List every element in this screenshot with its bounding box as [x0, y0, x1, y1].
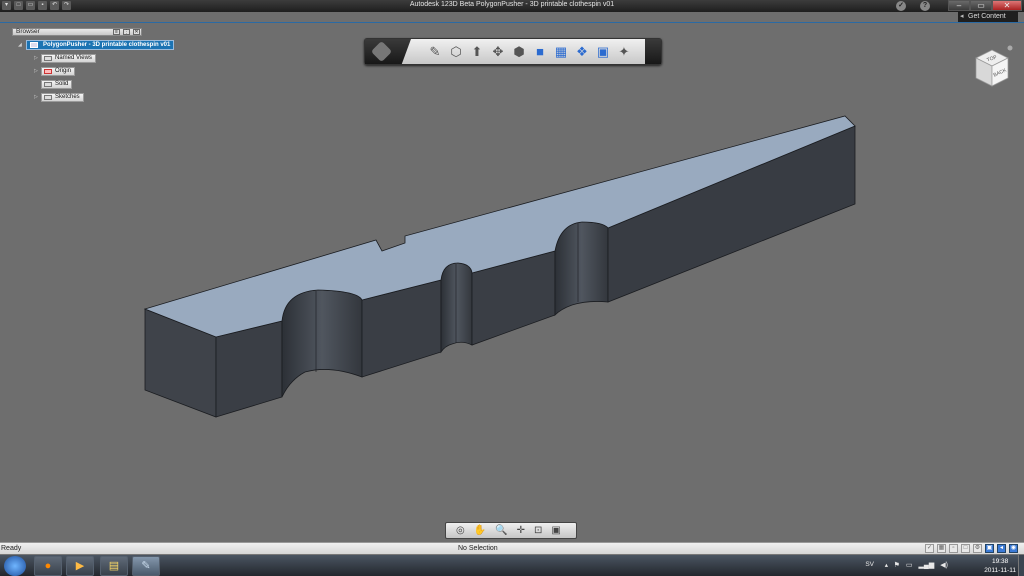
volume-icon[interactable]: ◀): [940, 561, 948, 569]
material-icon[interactable]: ✦: [616, 44, 632, 60]
orbit-icon[interactable]: ◎: [456, 525, 465, 536]
clock[interactable]: 19:38 2011-11-11: [984, 557, 1016, 575]
group-icon[interactable]: ■: [532, 44, 548, 60]
title-bar-tools: ✓ ?: [896, 1, 930, 11]
clock-time: 19:38: [991, 558, 1009, 565]
view-single-icon[interactable]: ▣: [985, 544, 994, 553]
folder-icon: [44, 55, 52, 61]
browser-list-icon[interactable]: ≡: [113, 29, 120, 35]
tree-item-origin[interactable]: ▷ Origin: [34, 66, 76, 76]
notch-small: [440, 262, 473, 354]
tray-expand-icon[interactable]: ▴: [885, 561, 888, 569]
maximize-button[interactable]: ▭: [970, 0, 992, 11]
toolbar-end-cap: [645, 39, 661, 64]
grid-icon[interactable]: ▦: [937, 544, 946, 553]
network-icon[interactable]: ▂▄▆: [919, 561, 935, 569]
expand-icon[interactable]: ▷: [34, 55, 41, 61]
document-icon: [30, 42, 38, 48]
tree-root-label: PolygonPusher - 3D printable clothespin …: [43, 42, 171, 48]
mode-button[interactable]: [365, 39, 411, 64]
model-front-face: [215, 320, 283, 418]
tree-root-document[interactable]: PolygonPusher - 3D printable clothespin …: [26, 40, 175, 50]
notch-large-left: [281, 289, 363, 398]
notch-large-right: [554, 221, 609, 316]
model-canvas[interactable]: [0, 23, 1024, 541]
sketch-icon[interactable]: ✎: [427, 44, 443, 60]
status-icons: ✓ ▦ ▫ □ ⚙ ▣ ◂ ◉: [925, 544, 1018, 553]
minimize-button[interactable]: –: [948, 0, 970, 11]
expand-icon[interactable]: ▷: [34, 94, 41, 100]
close-button[interactable]: ✕: [992, 0, 1022, 11]
window-title: Autodesk 123D Beta PolygonPusher - 3D pr…: [409, 1, 615, 8]
zoom-window-icon[interactable]: ✛: [517, 525, 525, 536]
clock-date: 2011-11-11: [984, 567, 1016, 574]
help-icon[interactable]: ?: [920, 1, 930, 11]
view-perspective-icon[interactable]: ◂: [997, 544, 1006, 553]
chevron-left-icon: ◂: [960, 13, 964, 20]
check-icon[interactable]: ✓: [896, 1, 906, 11]
browser-pin-icon[interactable]: ⋮: [123, 29, 130, 35]
fit-view-icon[interactable]: ⊡: [534, 525, 542, 536]
status-bar: Ready No Selection ✓ ▦ ▫ □ ⚙ ▣ ◂ ◉: [0, 542, 1024, 554]
tree-item-named-views[interactable]: ▷ Named Views: [34, 53, 96, 63]
autodesk-123d-icon[interactable]: ✎: [132, 556, 160, 576]
browser-title: Browser: [16, 28, 40, 35]
3d-viewport[interactable]: [0, 23, 1024, 541]
solid-icon: [44, 81, 52, 87]
view-visibility-icon[interactable]: ◉: [1009, 544, 1018, 553]
lock-icon[interactable]: ▫: [949, 544, 958, 553]
tree-item-sketches[interactable]: ▷ Sketches: [34, 92, 84, 102]
display-mode-icon[interactable]: ▣: [551, 525, 560, 536]
origin-icon: [44, 68, 52, 74]
navigation-bar: ◎ ✋ 🔍 ✛ ⊡ ▣: [445, 522, 577, 539]
tree-item-solid[interactable]: Solid: [34, 79, 73, 89]
get-content-button[interactable]: ◂ Get Content: [958, 12, 1018, 22]
pan-icon[interactable]: ✋: [474, 525, 486, 536]
media-player-icon[interactable]: ▶: [66, 556, 94, 576]
tree-item-label: Sketches: [55, 93, 80, 100]
firefox-icon[interactable]: ●: [34, 556, 62, 576]
expand-icon[interactable]: ▷: [34, 68, 41, 74]
show-desktop-button[interactable]: [1018, 555, 1024, 576]
tree-item-label: Named Views: [55, 54, 92, 61]
construct-icon[interactable]: ⬆: [469, 44, 485, 60]
model-mode-icon: [370, 40, 393, 63]
browser-panel: Browser ≡ ⋮ ✕ ◢ PolygonPusher - 3D print…: [12, 28, 175, 102]
toolbar-icons: ✎ ⬡ ⬆ ✥ ⬢ ■ ▦ ❖ ▣ ✦: [427, 44, 632, 60]
get-content-label: Get Content: [968, 13, 1006, 20]
explorer-icon[interactable]: ▤: [100, 556, 128, 576]
status-ready: Ready: [1, 545, 22, 552]
ortho-icon[interactable]: □: [961, 544, 970, 553]
language-indicator[interactable]: SV: [865, 561, 874, 568]
browser-header: Browser ≡ ⋮ ✕: [12, 28, 142, 36]
primitives-icon[interactable]: ⬡: [448, 44, 464, 60]
view-cube[interactable]: TOP BACK: [970, 44, 1014, 92]
folder-icon: [44, 94, 52, 100]
measure-icon[interactable]: ❖: [574, 44, 590, 60]
start-button[interactable]: [4, 556, 26, 576]
taskbar: ● ▶ ▤ ✎ SV ▴ ⚑ ▭ ▂▄▆ ◀) 19:38 2011-11-11: [0, 554, 1024, 576]
settings-icon[interactable]: ⚙: [973, 544, 982, 553]
window-controls: – ▭ ✕: [948, 0, 1022, 11]
main-toolbar: ✎ ⬡ ⬆ ✥ ⬢ ■ ▦ ❖ ▣ ✦: [364, 38, 662, 65]
flag-icon[interactable]: ⚑: [894, 561, 900, 569]
text-2d-icon[interactable]: ▣: [595, 44, 611, 60]
browser-close-icon[interactable]: ✕: [133, 29, 140, 35]
collapse-icon[interactable]: ◢: [18, 42, 22, 48]
combine-icon[interactable]: ▦: [553, 44, 569, 60]
modify-icon[interactable]: ✥: [490, 44, 506, 60]
snap-icon[interactable]: ✓: [925, 544, 934, 553]
home-view-icon[interactable]: [1007, 45, 1013, 51]
tree-item-label: Solid: [55, 80, 69, 87]
tree-item-label: Origin: [55, 67, 72, 74]
status-selection: No Selection: [458, 545, 498, 552]
zoom-icon[interactable]: 🔍: [495, 525, 507, 536]
display-icon[interactable]: ▭: [906, 561, 913, 569]
tray-icons: ⚑ ▭ ▂▄▆ ◀): [894, 561, 948, 569]
title-bar: ▾ □ ▭ ▪ ↶ ↷ Autodesk 123D Beta PolygonPu…: [0, 0, 1024, 12]
pattern-icon[interactable]: ⬢: [511, 44, 527, 60]
